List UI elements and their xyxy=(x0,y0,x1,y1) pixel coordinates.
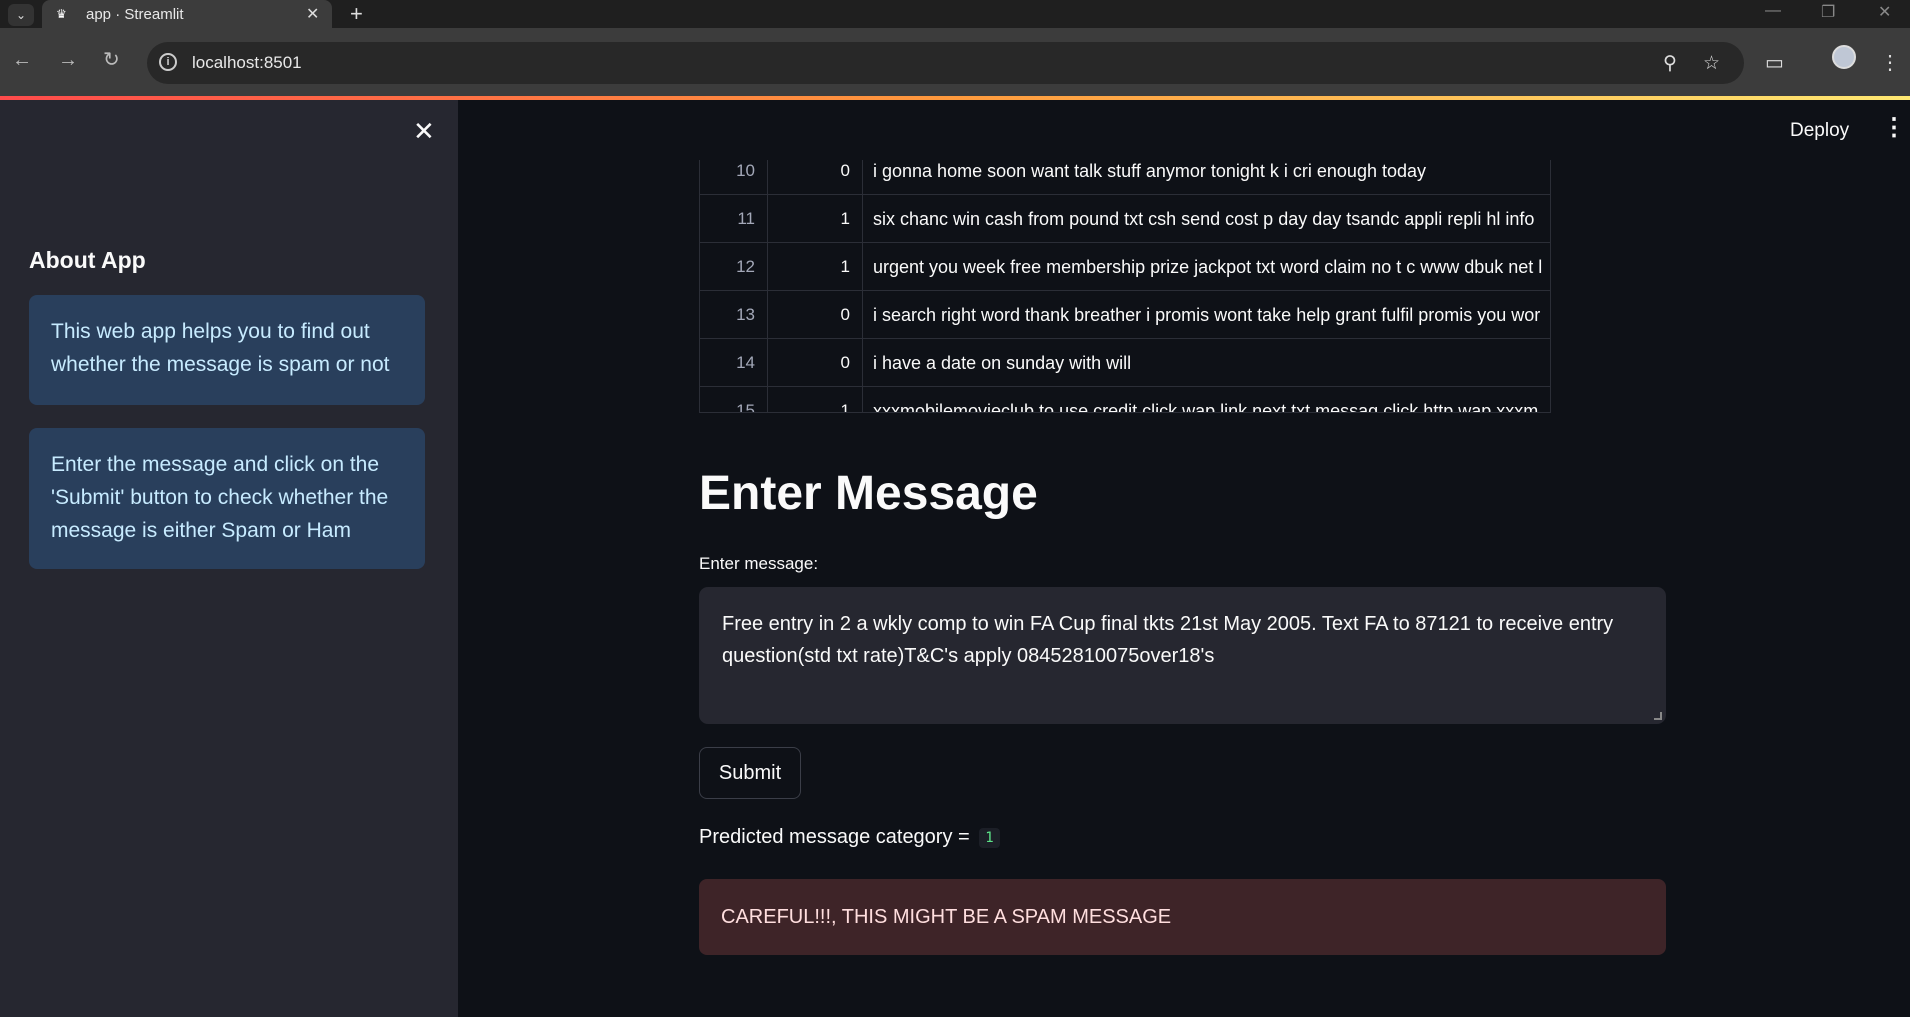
bookmark-star-icon[interactable]: ☆ xyxy=(1703,52,1720,75)
minimize-icon[interactable]: — xyxy=(1765,2,1781,20)
row-message: six chanc win cash from pound txt csh se… xyxy=(863,195,1551,243)
prediction-value: 1 xyxy=(979,827,1000,848)
message-field-label: Enter message: xyxy=(699,554,819,573)
row-label: 0 xyxy=(768,160,863,195)
tab-search-chevron-icon[interactable]: ⌄ xyxy=(8,4,34,26)
sidebar-heading: About App xyxy=(29,247,146,273)
table-row: 11 1 six chanc win cash from pound txt c… xyxy=(699,195,1551,243)
prediction-label: Predicted message category = xyxy=(699,826,970,848)
row-message: urgent you week free membership prize ja… xyxy=(863,243,1551,291)
table-row: 12 1 urgent you week free membership pri… xyxy=(699,243,1551,291)
row-index: 14 xyxy=(699,339,768,387)
spam-alert: CAREFUL!!!, THIS MIGHT BE A SPAM MESSAGE xyxy=(699,879,1666,955)
sidebar-close-icon[interactable]: ✕ xyxy=(413,118,435,144)
url-text[interactable]: localhost:8501 xyxy=(192,53,302,73)
info-box-description: This web app helps you to find out wheth… xyxy=(29,295,425,405)
new-tab-icon[interactable]: + xyxy=(350,1,363,27)
row-label: 0 xyxy=(768,339,863,387)
message-textarea[interactable]: Free entry in 2 a wkly comp to win FA Cu… xyxy=(699,587,1666,724)
reload-icon[interactable]: ↻ xyxy=(103,50,120,70)
info-box-instructions: Enter the message and click on the 'Subm… xyxy=(29,428,425,569)
row-index: 10 xyxy=(699,160,768,195)
row-label: 1 xyxy=(768,387,863,412)
table-row: 13 0 i search right word thank breather … xyxy=(699,291,1551,339)
row-index: 11 xyxy=(699,195,768,243)
prediction-result: Predicted message category = 1 xyxy=(699,826,1000,849)
extensions-icon[interactable]: ▭ xyxy=(1765,50,1784,75)
table-row: 14 0 i have a date on sunday with will xyxy=(699,339,1551,387)
main-content: Deploy ⋮ 10 0 i gonna home soon want tal… xyxy=(458,100,1910,1017)
deploy-button[interactable]: Deploy xyxy=(1790,120,1849,142)
data-table[interactable]: 10 0 i gonna home soon want talk stuff a… xyxy=(699,160,1551,413)
row-message: xxxmobilemovieclub to use credit click w… xyxy=(863,387,1551,412)
row-message: i gonna home soon want talk stuff anymor… xyxy=(863,160,1551,195)
row-label: 0 xyxy=(768,291,863,339)
tab-title: app · Streamlit xyxy=(86,6,184,23)
zoom-icon[interactable]: ⚲ xyxy=(1663,52,1677,75)
row-index: 13 xyxy=(699,291,768,339)
row-message: i have a date on sunday with will xyxy=(863,339,1551,387)
row-index: 12 xyxy=(699,243,768,291)
restore-icon[interactable]: ❐ xyxy=(1821,2,1835,22)
window-close-icon[interactable]: ✕ xyxy=(1878,2,1891,22)
row-label: 1 xyxy=(768,243,863,291)
resize-handle-icon[interactable] xyxy=(1654,712,1662,720)
browser-menu-icon[interactable]: ⋮ xyxy=(1880,50,1900,75)
address-bar[interactable]: i localhost:8501 ⚲ ☆ xyxy=(147,42,1744,84)
row-label: 1 xyxy=(768,195,863,243)
profile-avatar[interactable] xyxy=(1832,45,1856,69)
table-row: 10 0 i gonna home soon want talk stuff a… xyxy=(699,160,1551,195)
page-title: Enter Message xyxy=(699,467,1038,520)
browser-tab[interactable]: ♛ app · Streamlit ✕ xyxy=(42,0,332,28)
tab-close-icon[interactable]: ✕ xyxy=(306,4,319,24)
row-message: i search right word thank breather i pro… xyxy=(863,291,1551,339)
main-menu-icon[interactable]: ⋮ xyxy=(1882,116,1906,140)
message-textarea-value: Free entry in 2 a wkly comp to win FA Cu… xyxy=(722,613,1614,667)
sidebar: ✕ About App This web app helps you to fi… xyxy=(0,100,458,1017)
forward-icon[interactable]: → xyxy=(58,50,78,70)
site-info-icon[interactable]: i xyxy=(159,53,177,71)
streamlit-favicon-icon: ♛ xyxy=(56,7,67,21)
submit-button[interactable]: Submit xyxy=(699,747,801,799)
row-index: 15 xyxy=(699,387,768,412)
table-row: 15 1 xxxmobilemovieclub to use credit cl… xyxy=(699,387,1551,412)
browser-toolbar: ← → ↻ i localhost:8501 ⚲ ☆ ▭ ⋮ xyxy=(0,28,1910,96)
back-icon[interactable]: ← xyxy=(12,50,32,70)
browser-tab-bar: ⌄ ♛ app · Streamlit ✕ + — ❐ ✕ xyxy=(0,0,1910,28)
